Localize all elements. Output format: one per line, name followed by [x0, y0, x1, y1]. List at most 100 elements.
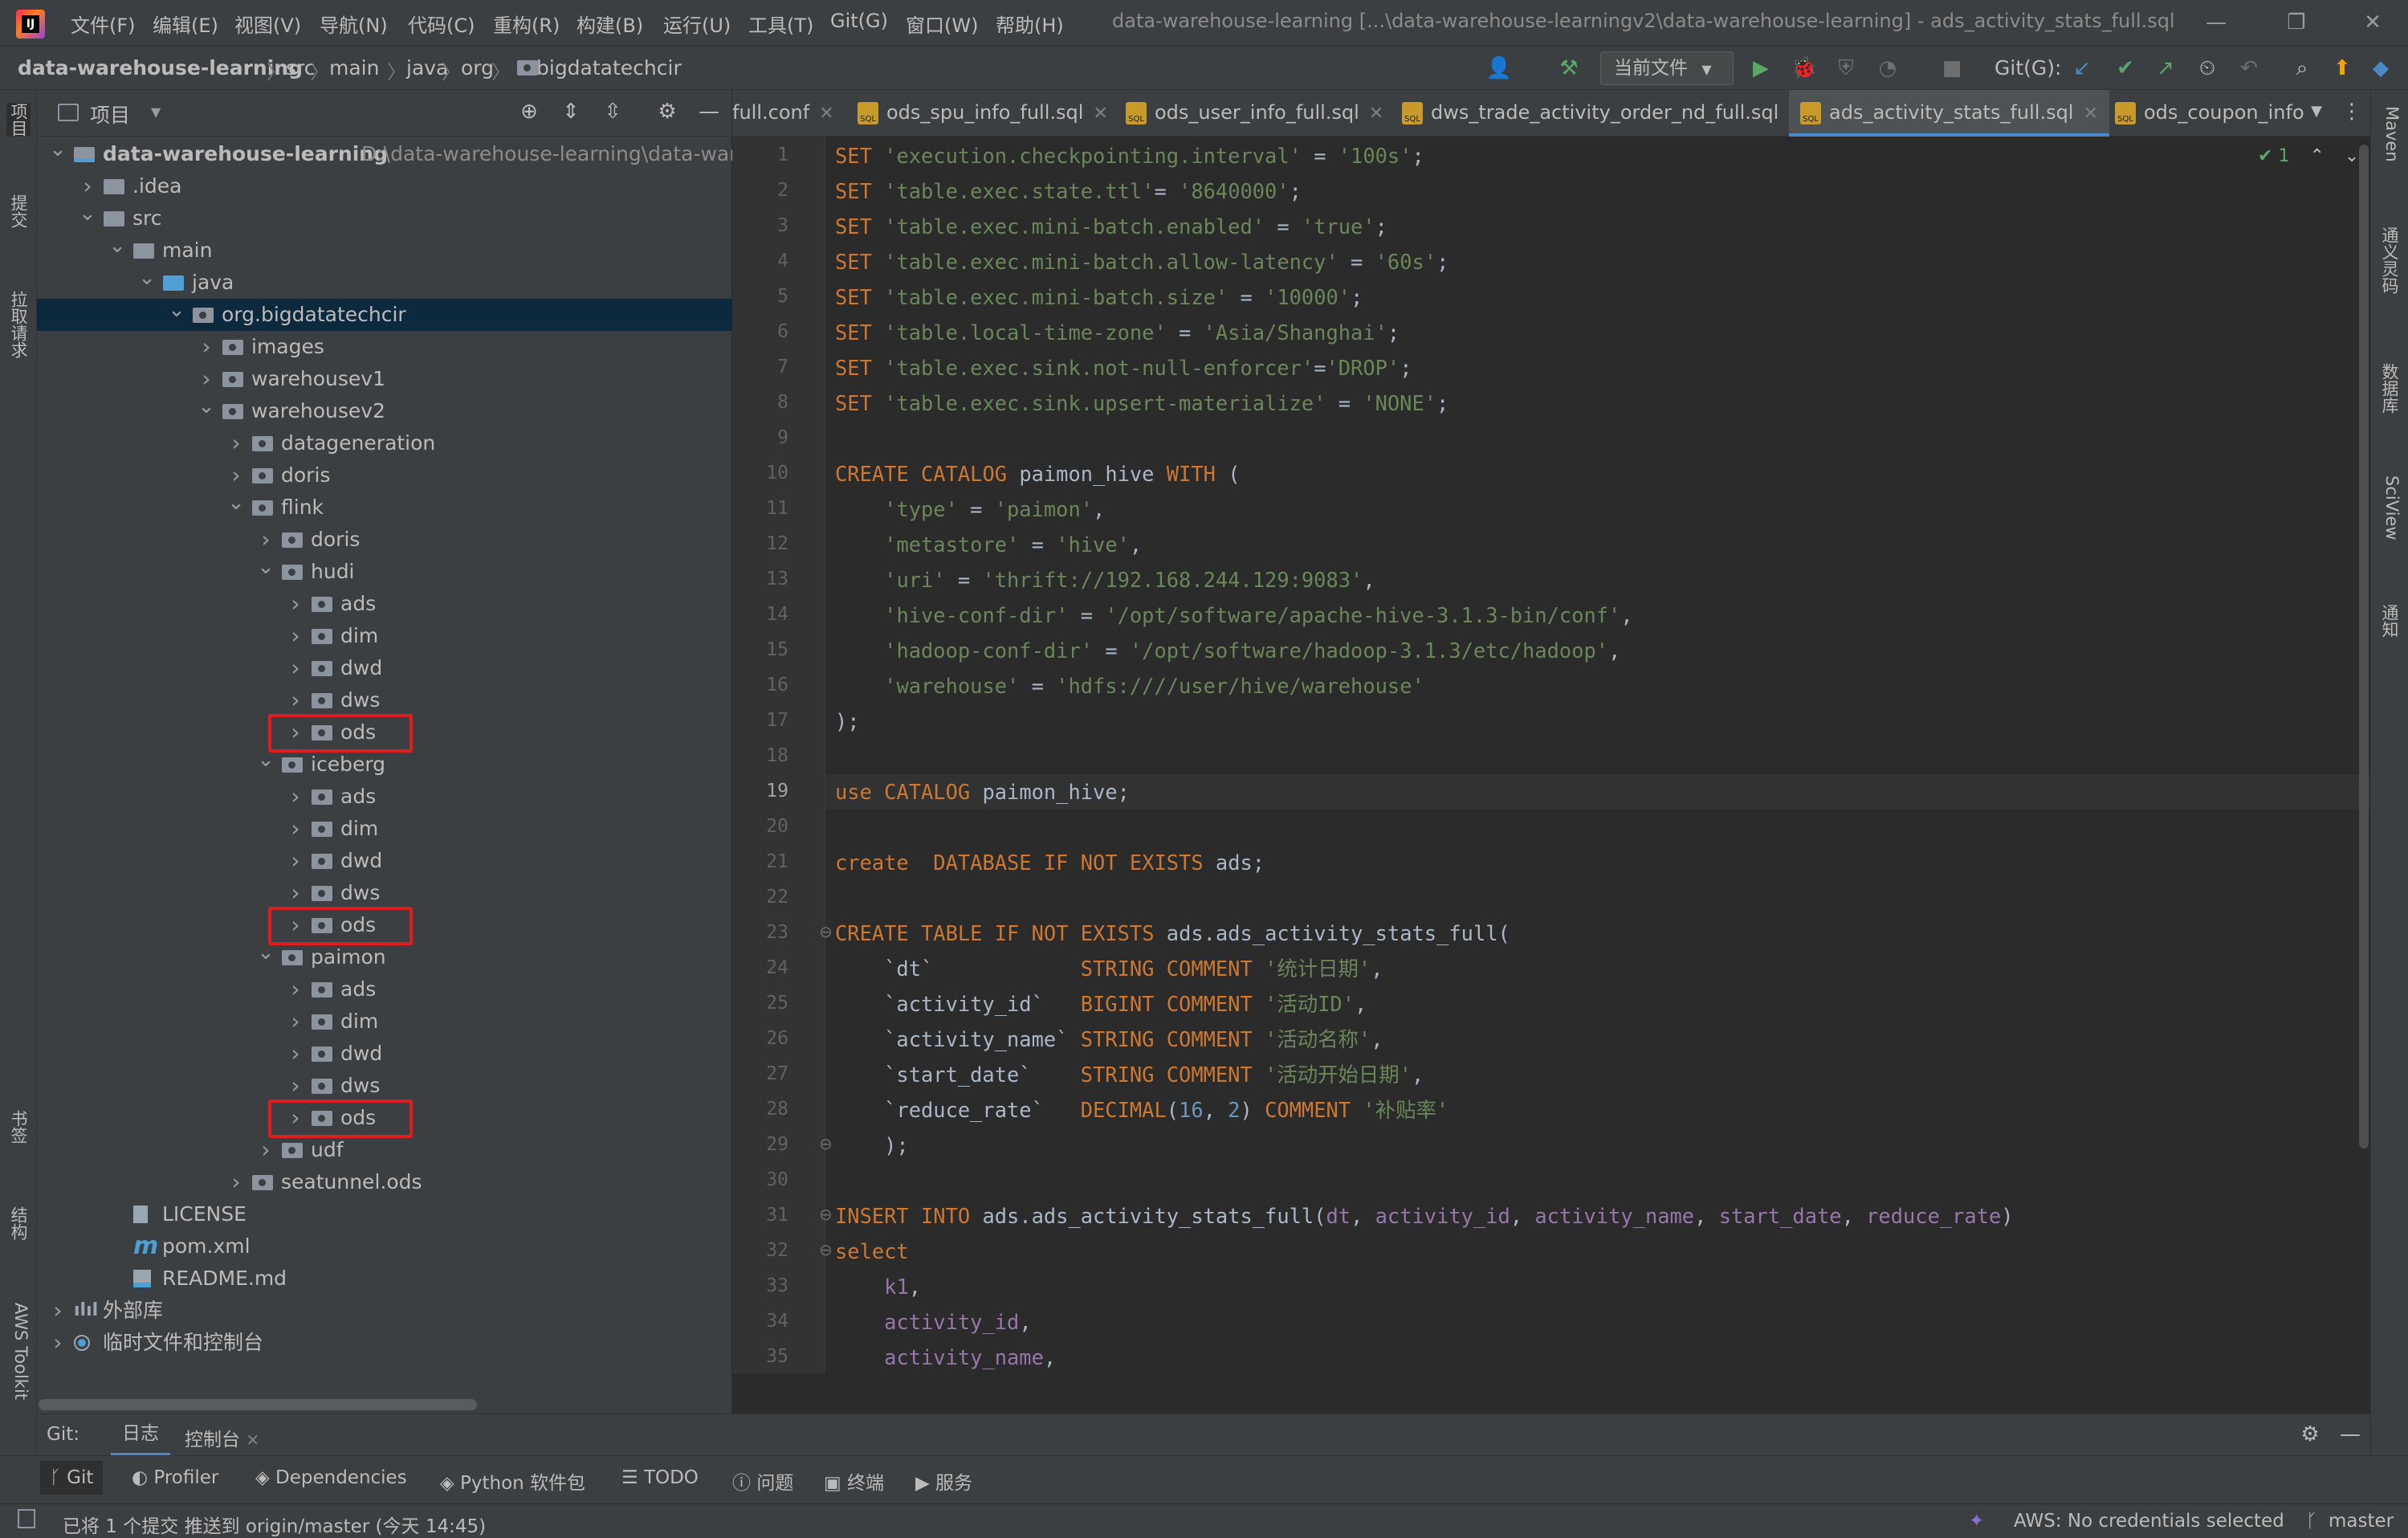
- tree-node[interactable]: › 临时文件和控制台: [37, 1327, 732, 1359]
- menu-item[interactable]: 工具(T): [748, 10, 813, 38]
- chevron-right-icon[interactable]: ›: [286, 1070, 305, 1102]
- chevron-right-icon[interactable]: ›: [226, 1166, 246, 1198]
- code-line[interactable]: SET 'table.exec.sink.upsert-materialize'…: [835, 386, 1448, 421]
- fold-marker-icon[interactable]: ⊖: [819, 1240, 833, 1259]
- tool-window-button[interactable]: ▣ 终端: [824, 1467, 884, 1495]
- tongyi-tool-tab[interactable]: 通义灵码: [2377, 226, 2402, 294]
- code-line[interactable]: INSERT INTO ads.ads_activity_stats_full(…: [835, 1198, 2014, 1234]
- notifications-tool-tab[interactable]: 通知: [2377, 604, 2402, 638]
- chevron-down-icon[interactable]: ⌄: [256, 936, 275, 969]
- hide-panel-icon[interactable]: —: [695, 98, 723, 125]
- tab-log[interactable]: 日志: [111, 1418, 170, 1456]
- intellij-logo-icon[interactable]: IJ: [16, 10, 45, 39]
- code-line[interactable]: activity_id,: [835, 1304, 1031, 1340]
- search-icon[interactable]: ⌕: [2288, 55, 2316, 82]
- menu-item[interactable]: 构建(B): [577, 10, 643, 38]
- sciview-tool-tab[interactable]: SciView: [2377, 475, 2402, 541]
- chevron-right-icon[interactable]: ›: [286, 1006, 305, 1038]
- tree-node[interactable]: ⌄ iceberg: [37, 748, 732, 781]
- breadcrumb-item[interactable]: main: [329, 56, 379, 80]
- code-line[interactable]: `activity_id` BIGINT COMMENT '活动ID',: [835, 986, 1367, 1022]
- tool-window-button[interactable]: ⓘ 问题: [732, 1467, 793, 1495]
- code-line[interactable]: `dt` STRING COMMENT '统计日期',: [835, 951, 1383, 986]
- menu-item[interactable]: 文件(F): [71, 10, 136, 38]
- chevron-down-icon[interactable]: ⌄: [108, 230, 127, 262]
- toggle-tool-windows-icon[interactable]: [18, 1509, 35, 1528]
- code-line[interactable]: SET 'table.exec.state.ttl'= '8640000';: [835, 173, 1302, 209]
- structure-tool-tab[interactable]: 结构: [6, 1206, 31, 1240]
- tree-node[interactable]: › doris: [37, 524, 732, 556]
- tree-node[interactable]: README.md: [37, 1263, 732, 1295]
- chevron-down-icon[interactable]: ⌄: [197, 390, 216, 422]
- tree-node[interactable]: ⌄ warehousev2: [37, 394, 732, 427]
- tree-node[interactable]: ⌄ flink: [37, 491, 732, 524]
- tree-node[interactable]: › dws: [37, 1070, 732, 1102]
- breadcrumb-item[interactable]: org: [461, 56, 494, 80]
- status-message[interactable]: 已将 1 个提交 推送到 origin/master (今天 14:45): [63, 1511, 486, 1538]
- tree-node[interactable]: › seatunnel.ods: [37, 1166, 732, 1198]
- menu-item[interactable]: 编辑(E): [153, 10, 218, 38]
- tree-node[interactable]: › dim: [37, 1006, 732, 1038]
- tree-node[interactable]: › images: [37, 331, 732, 363]
- tree-node[interactable]: › ılıl 外部库: [37, 1295, 732, 1327]
- close-icon[interactable]: ✕: [1369, 104, 1383, 124]
- chevron-right-icon[interactable]: ›: [286, 652, 305, 684]
- tree-node[interactable]: › ads: [37, 588, 732, 620]
- menu-item[interactable]: 视图(V): [234, 10, 301, 38]
- tree-node[interactable]: ⌄ java: [37, 266, 732, 299]
- chevron-right-icon[interactable]: ›: [286, 620, 305, 652]
- code-line[interactable]: );: [835, 1128, 909, 1163]
- tree-node[interactable]: › doris: [37, 459, 732, 492]
- chevron-right-icon[interactable]: ›: [286, 781, 305, 813]
- project-tool-tab[interactable]: 项目: [6, 103, 31, 137]
- inspection-widget[interactable]: ✔ 1 ⌃ ⌄: [2258, 146, 2359, 166]
- tree-node[interactable]: › .idea: [37, 170, 732, 202]
- debug-icon[interactable]: 🐞: [1791, 55, 1818, 82]
- commit-tool-tab[interactable]: 提交: [6, 194, 31, 228]
- chevron-right-icon[interactable]: ›: [286, 588, 305, 620]
- history-icon[interactable]: ⏲: [2194, 55, 2221, 82]
- menu-item[interactable]: Git(G): [830, 10, 888, 32]
- tree-node[interactable]: › dwd: [37, 652, 732, 684]
- chevron-right-icon[interactable]: ›: [48, 1295, 67, 1327]
- menu-item[interactable]: 窗口(W): [906, 10, 978, 38]
- chevron-right-icon[interactable]: ›: [256, 1134, 275, 1166]
- coverage-icon[interactable]: ⛨: [1832, 55, 1860, 82]
- code-line[interactable]: use CATALOG paimon_hive;: [835, 774, 1130, 810]
- editor-tab[interactable]: SQLdws_trade_activity_order_nd_full.sql✕: [1392, 90, 1803, 137]
- chevron-down-icon[interactable]: ⌄: [48, 133, 67, 165]
- code-line[interactable]: SET 'table.local-time-zone' = 'Asia/Shan…: [835, 315, 1400, 350]
- restore-button[interactable]: ❐: [2272, 6, 2320, 39]
- close-icon[interactable]: ✕: [2083, 104, 2097, 124]
- tree-node[interactable]: › datageneration: [37, 427, 732, 459]
- close-icon[interactable]: ✕: [246, 1430, 259, 1450]
- tree-node[interactable]: ⌄ paimon: [37, 940, 732, 973]
- chevron-down-icon[interactable]: ⌄: [78, 198, 97, 230]
- maven-tool-tab[interactable]: Maven: [2377, 106, 2402, 162]
- code-line[interactable]: activity_name,: [835, 1340, 1056, 1373]
- code-line[interactable]: `activity_name` STRING COMMENT '活动名称',: [835, 1022, 1383, 1057]
- tab-console[interactable]: 控制台 ✕: [185, 1424, 259, 1451]
- menu-item[interactable]: 代码(C): [408, 10, 475, 38]
- run-configuration-select[interactable]: 当前文件 ▼: [1600, 51, 1734, 85]
- chevron-down-icon[interactable]: ⌄: [226, 487, 246, 519]
- tree-node[interactable]: › ads: [37, 973, 732, 1006]
- gear-icon[interactable]: ⚙: [654, 98, 681, 125]
- chevron-right-icon[interactable]: ›: [286, 813, 305, 845]
- code-line[interactable]: create DATABASE IF NOT EXISTS ads;: [835, 845, 1265, 880]
- tree-node[interactable]: › dws: [37, 684, 732, 716]
- tree-node[interactable]: › udf: [37, 1134, 732, 1166]
- user-icon[interactable]: 👤: [1485, 55, 1513, 82]
- editor-tab[interactable]: SQL ods_user_info_full.sql ✕: [1116, 90, 1383, 137]
- editor-tab[interactable]: SQL ods_coupon_info: [2105, 90, 2304, 137]
- code-line[interactable]: k1,: [835, 1269, 921, 1304]
- code-line[interactable]: 'hadoop-conf-dir' = '/opt/software/hadoo…: [835, 633, 1620, 668]
- tool-window-button[interactable]: ☰ TODO: [621, 1467, 699, 1488]
- more-options-icon[interactable]: ⋮: [2338, 98, 2365, 125]
- tree-node[interactable]: › dim: [37, 620, 732, 652]
- menu-item[interactable]: 运行(U): [663, 10, 731, 38]
- close-window-button[interactable]: ✕: [2349, 6, 2397, 39]
- code-line[interactable]: SET 'table.exec.mini-batch.size' = '1000…: [835, 279, 1363, 315]
- minimize-button[interactable]: —: [2192, 6, 2240, 39]
- tree-node[interactable]: › dwd: [37, 845, 732, 877]
